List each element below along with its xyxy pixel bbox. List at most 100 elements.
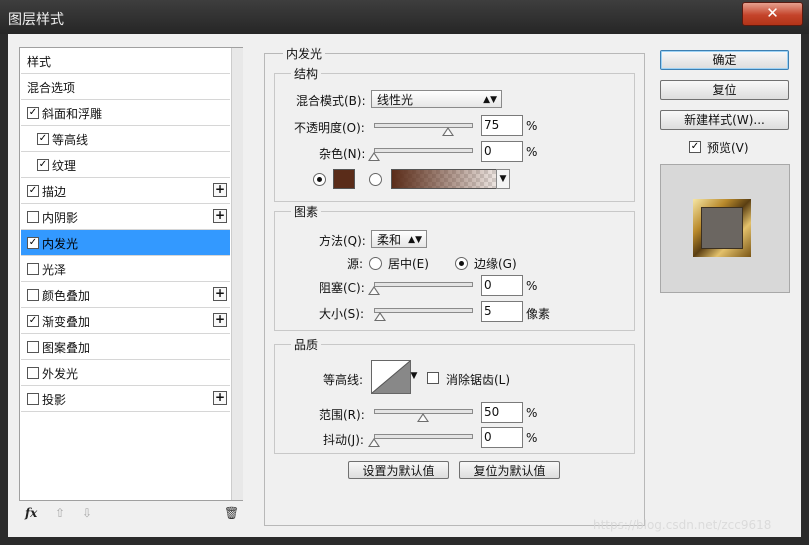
noise-slider-thumb[interactable] [368,152,380,161]
style-item-checkbox[interactable]: ✓ [27,107,39,119]
style-item[interactable]: ✓ 描边 + [21,178,230,204]
style-item[interactable]: ✓ 内发光 [21,230,230,256]
choke-label: 阻塞(C): [319,281,365,295]
opacity-input[interactable]: 75 [481,115,523,136]
style-item[interactable]: 内阴影 + [21,204,230,230]
style-item[interactable]: ✓ 等高线 [21,126,230,152]
style-item[interactable]: 样式 [21,48,230,74]
choke-input[interactable]: 0 [481,275,523,296]
blend-mode-value: 线性光 [377,93,414,107]
elements-group: 图素 方法(Q): 柔和 ▲▼ 源: 居中(E) 边缘(G) 阻塞(C): 0 … [274,203,635,331]
style-item-checkbox[interactable]: ✓ [37,159,49,171]
style-item-label: 外发光 [42,367,79,381]
glow-color-swatch[interactable] [333,169,355,189]
style-preview [660,164,790,293]
ok-button[interactable]: 确定 [660,50,789,70]
style-item-checkbox[interactable] [27,341,39,353]
choke-slider-thumb[interactable] [368,286,380,295]
section-title: 内发光 [283,45,326,62]
gradient-radio[interactable] [369,173,382,186]
reset-button[interactable]: 复位 [660,80,789,100]
contour-picker[interactable] [371,360,411,394]
range-label: 范围(R): [319,408,365,422]
contour-label: 等高线: [323,373,364,387]
new-style-button[interactable]: 新建样式(W)... [660,110,789,130]
style-item-label: 投影 [42,393,67,407]
size-slider-thumb[interactable] [374,312,386,321]
size-input[interactable]: 5 [481,301,523,322]
style-item-label: 渐变叠加 [42,315,91,329]
style-item[interactable]: ✓ 渐变叠加 + [21,308,230,334]
reset-default-button[interactable]: 复位为默认值 [459,461,560,479]
gradient-dropdown[interactable]: ▼ [496,169,510,189]
add-effect-button[interactable]: + [213,313,227,327]
choke-slider[interactable] [374,282,473,287]
style-item-checkbox[interactable] [27,393,39,405]
style-item-label: 光泽 [42,263,67,277]
size-slider[interactable] [374,308,473,313]
gradient-swatch[interactable] [391,169,497,189]
add-effect-button[interactable]: + [213,287,227,301]
jitter-input[interactable]: 0 [481,427,523,448]
checkmark-icon: ✓ [28,237,38,248]
range-input[interactable]: 50 [481,402,523,423]
technique-value: 柔和 [377,233,402,247]
style-item[interactable]: 投影 + [21,386,230,412]
edge-label: 边缘(G) [474,257,517,271]
add-effect-button[interactable]: + [213,209,227,223]
technique-select[interactable]: 柔和 ▲▼ [371,230,427,248]
style-item[interactable]: 混合选项 [21,74,230,100]
jitter-slider-thumb[interactable] [368,438,380,447]
add-effect-button[interactable]: + [213,183,227,197]
style-item-checkbox[interactable]: ✓ [27,237,39,249]
jitter-slider[interactable] [374,434,473,439]
opacity-slider[interactable] [374,123,473,128]
style-item[interactable]: 光泽 [21,256,230,282]
move-up-icon[interactable]: ⇧ [55,506,65,520]
style-item-checkbox[interactable] [27,289,39,301]
preview-checkbox[interactable]: ✓ [689,141,701,153]
opacity-label: 不透明度(O): [294,121,365,135]
color-radio[interactable] [313,173,326,186]
contour-dropdown[interactable]: ▼ [410,360,418,392]
style-item[interactable]: 图案叠加 [21,334,230,360]
preview-swatch [693,199,751,257]
range-slider-thumb[interactable] [417,413,429,422]
jitter-label: 抖动(J): [323,433,364,447]
blend-mode-select[interactable]: 线性光 ▲▼ [371,90,502,108]
trash-icon[interactable]: 🗑 [224,506,239,520]
style-item-checkbox[interactable] [27,263,39,275]
center-radio[interactable] [369,257,382,270]
jitter-unit: % [526,431,538,445]
style-item-checkbox[interactable] [27,367,39,379]
checkmark-icon: ✓ [38,159,48,170]
antialias-label: 消除锯齿(L) [446,373,511,387]
chevron-down-icon: ▼ [499,174,507,184]
antialias-checkbox[interactable] [427,372,439,384]
dialog-body: 样式 混合选项 ✓ 斜面和浮雕 ✓ 等高线 ✓ 纹理 ✓ 描边 + 内阴影 + ✓ 内发光 光泽 颜色叠加 + ✓ 渐… [8,34,801,537]
style-item-checkbox[interactable] [27,211,39,223]
style-item-checkbox[interactable]: ✓ [27,185,39,197]
style-item-checkbox[interactable]: ✓ [37,133,49,145]
style-item[interactable]: ✓ 纹理 [21,152,230,178]
fx-icon[interactable]: fx [25,506,37,520]
set-default-button[interactable]: 设置为默认值 [348,461,449,479]
close-button[interactable]: ✕ [742,2,803,26]
style-item[interactable]: 颜色叠加 + [21,282,230,308]
range-unit: % [526,406,538,420]
style-item[interactable]: 外发光 [21,360,230,386]
opacity-slider-thumb[interactable] [442,127,454,136]
edge-radio[interactable] [455,257,468,270]
title-bar[interactable]: 图层样式 ✕ [0,0,809,34]
add-effect-button[interactable]: + [213,391,227,405]
move-down-icon[interactable]: ⇩ [82,506,92,520]
noise-slider[interactable] [374,148,473,153]
style-item[interactable]: ✓ 斜面和浮雕 [21,100,230,126]
noise-input[interactable]: 0 [481,141,523,162]
list-scrollbar[interactable] [231,48,243,500]
style-item-checkbox[interactable]: ✓ [27,315,39,327]
style-item-label: 斜面和浮雕 [42,107,103,121]
chevron-down-icon: ▼ [410,371,418,381]
chevron-updown-icon: ▲▼ [408,235,422,245]
structure-group: 结构 混合模式(B): 线性光 ▲▼ 不透明度(O): 75 % 杂色(N): … [274,65,635,202]
